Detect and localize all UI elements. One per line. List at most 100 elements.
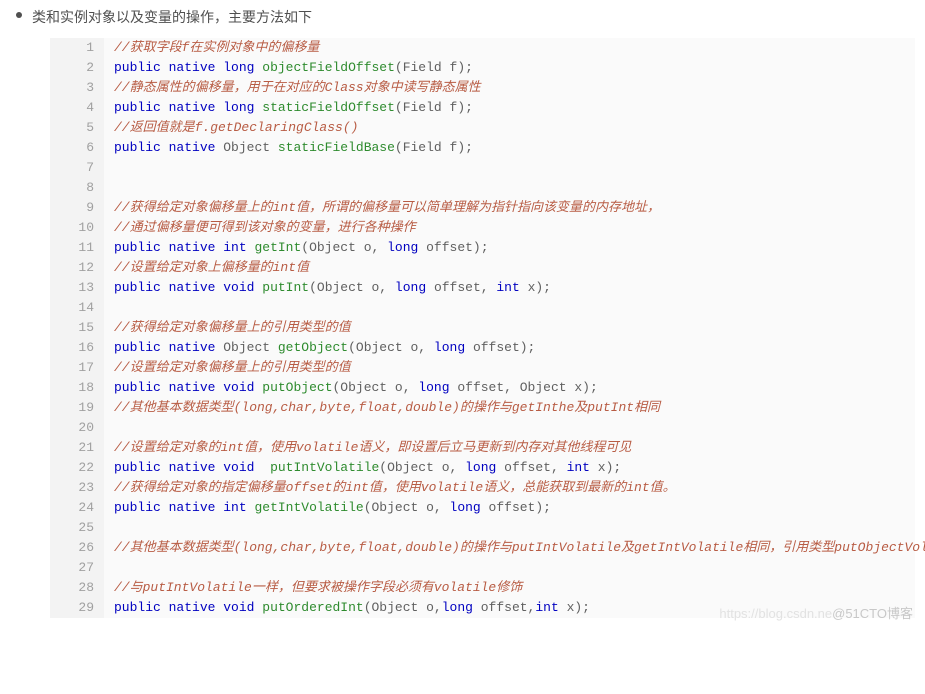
- code-line: 7: [50, 158, 915, 178]
- token: [161, 380, 169, 395]
- token-keyword: long: [387, 240, 418, 255]
- line-number: 29: [50, 598, 104, 618]
- token-type: Object: [223, 140, 270, 155]
- token: [161, 60, 169, 75]
- token-comment: //返回值就是f.getDeclaringClass(): [114, 120, 358, 135]
- code-line: 23 //获得给定对象的指定偏移量offset的int值，使用volatile语义…: [50, 478, 915, 498]
- token-keyword: public: [114, 500, 161, 515]
- token-keyword: int: [223, 240, 246, 255]
- code-content: public native void putObject(Object o, l…: [104, 378, 915, 398]
- code-content: //设置给定对象偏移量上的引用类型的值: [104, 358, 915, 378]
- code-line: 12//设置给定对象上偏移量的int值: [50, 258, 915, 278]
- token-keyword: native: [169, 100, 216, 115]
- line-number: 26: [50, 538, 104, 558]
- token-type: Object: [223, 340, 270, 355]
- line-number: 19: [50, 398, 104, 418]
- line-number: 6: [50, 138, 104, 158]
- token-keyword: public: [114, 140, 161, 155]
- code-line: 28//与putIntVolatile一样，但要求被操作字段必须有volatil…: [50, 578, 915, 598]
- code-line: 17//设置给定对象偏移量上的引用类型的值: [50, 358, 915, 378]
- token-keyword: long: [395, 280, 426, 295]
- code-content: public native void putIntVolatile(Object…: [104, 458, 915, 478]
- token-ident: (Field f);: [395, 60, 473, 75]
- code-content: [104, 178, 915, 198]
- token-comment: //其他基本数据类型(long,char,byte,float,double)的…: [114, 540, 925, 555]
- token-ident: x);: [590, 460, 621, 475]
- code-line: 6public native Object staticFieldBase(Fi…: [50, 138, 915, 158]
- line-number: 10: [50, 218, 104, 238]
- token-keyword: public: [114, 600, 161, 615]
- code-line: 22public native void putIntVolatile(Obje…: [50, 458, 915, 478]
- line-number: 28: [50, 578, 104, 598]
- code-line: 14: [50, 298, 915, 318]
- token-keyword: public: [114, 240, 161, 255]
- line-number: 13: [50, 278, 104, 298]
- token-keyword: int: [223, 500, 246, 515]
- token-keyword: public: [114, 280, 161, 295]
- watermark: https://blog.csdn.ne@51CTO博客: [719, 603, 913, 622]
- token-comment: //其他基本数据类型(long,char,byte,float,double)的…: [114, 400, 660, 415]
- line-number: 18: [50, 378, 104, 398]
- code-line: 26//其他基本数据类型(long,char,byte,float,double…: [50, 538, 915, 558]
- code-content: //获得给定对象的指定偏移量offset的int值，使用volatile语义，总…: [104, 478, 915, 498]
- token-keyword: int: [496, 280, 519, 295]
- token-keyword: int: [567, 460, 590, 475]
- code-content: public native long staticFieldOffset(Fie…: [104, 98, 915, 118]
- code-content: //其他基本数据类型(long,char,byte,float,double)的…: [104, 538, 925, 558]
- line-number: 4: [50, 98, 104, 118]
- token-method: getIntVolatile: [254, 500, 363, 515]
- code-content: //设置给定对象的int值，使用volatile语义，即设置后立马更新到内存对其…: [104, 438, 915, 458]
- token-keyword: long: [223, 100, 254, 115]
- token-ident: (Object o,: [348, 340, 434, 355]
- code-line: 13public native void putInt(Object o, lo…: [50, 278, 915, 298]
- token-ident: offset,: [426, 280, 496, 295]
- token-method: putOrderedInt: [262, 600, 363, 615]
- line-number: 1: [50, 38, 104, 58]
- line-number: 25: [50, 518, 104, 538]
- token: [161, 340, 169, 355]
- intro-row: 类和实例对象以及变量的操作，主要方法如下: [10, 6, 915, 28]
- token-ident: (Object o,: [333, 380, 419, 395]
- code-line: 25: [50, 518, 915, 538]
- token-keyword: public: [114, 460, 161, 475]
- line-number: 23: [50, 478, 104, 498]
- code-line: 2public native long objectFieldOffset(Fi…: [50, 58, 915, 78]
- token-comment: //获得给定对象偏移量上的int值，所谓的偏移量可以简单理解为指针指向该变量的内…: [114, 200, 660, 215]
- token-method: putObject: [262, 380, 332, 395]
- line-number: 17: [50, 358, 104, 378]
- code-content: //获得给定对象偏移量上的引用类型的值: [104, 318, 915, 338]
- token-comment: //设置给定对象的int值，使用volatile语义，即设置后立马更新到内存对其…: [114, 440, 631, 455]
- token-keyword: native: [169, 380, 216, 395]
- token-method: putInt: [262, 280, 309, 295]
- token-keyword: long: [223, 60, 254, 75]
- code-line: 15//获得给定对象偏移量上的引用类型的值: [50, 318, 915, 338]
- token-comment: //获得给定对象偏移量上的引用类型的值: [114, 320, 351, 335]
- line-number: 2: [50, 58, 104, 78]
- code-content: public native int getInt(Object o, long …: [104, 238, 915, 258]
- token-ident: x);: [559, 600, 590, 615]
- code-content: //与putIntVolatile一样，但要求被操作字段必须有volatile修…: [104, 578, 915, 598]
- token: [161, 280, 169, 295]
- code-content: //获取字段f在实例对象中的偏移量: [104, 38, 915, 58]
- code-line: 1//获取字段f在实例对象中的偏移量: [50, 38, 915, 58]
- watermark-left: https://blog.csdn.ne: [719, 606, 832, 621]
- token-keyword: long: [418, 380, 449, 395]
- line-number: 11: [50, 238, 104, 258]
- token-keyword: native: [169, 240, 216, 255]
- token-keyword: long: [450, 500, 481, 515]
- code-line: 9//获得给定对象偏移量上的int值，所谓的偏移量可以简单理解为指针指向该变量的…: [50, 198, 915, 218]
- token-comment: //获得给定对象的指定偏移量offset的int值，使用volatile语义，总…: [114, 480, 676, 495]
- token-keyword: native: [169, 500, 216, 515]
- token-keyword: native: [169, 60, 216, 75]
- code-content: //获得给定对象偏移量上的int值，所谓的偏移量可以简单理解为指针指向该变量的内…: [104, 198, 915, 218]
- code-content: //设置给定对象上偏移量的int值: [104, 258, 915, 278]
- token: [161, 240, 169, 255]
- token-ident: offset,: [473, 600, 535, 615]
- token-ident: (Object o,: [379, 460, 465, 475]
- code-content: //通过偏移量便可得到该对象的变量，进行各种操作: [104, 218, 915, 238]
- token: [161, 500, 169, 515]
- code-content: //其他基本数据类型(long,char,byte,float,double)的…: [104, 398, 915, 418]
- code-line: 27: [50, 558, 915, 578]
- code-line: 4public native long staticFieldOffset(Fi…: [50, 98, 915, 118]
- token-keyword: native: [169, 140, 216, 155]
